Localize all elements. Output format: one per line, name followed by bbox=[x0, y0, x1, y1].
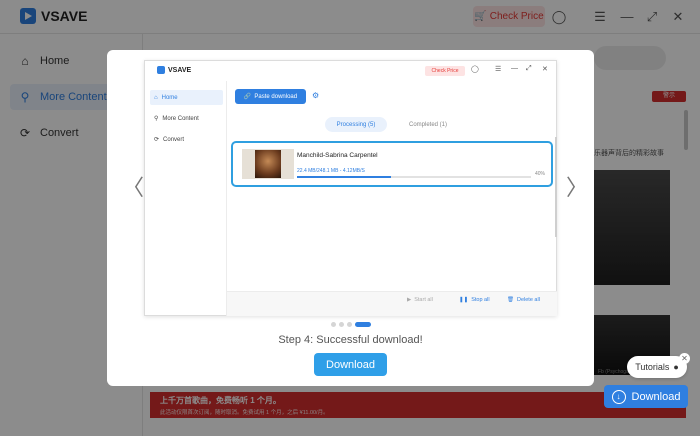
preview-sidebar-more-content: ⚲ More Content bbox=[150, 111, 223, 126]
play-icon: ▶ bbox=[407, 297, 412, 303]
progress-bar-fill bbox=[297, 176, 391, 178]
preview-download-item: Manchild-Sabrina Carpentel 22.4 MB/248.1… bbox=[231, 141, 553, 187]
preview-paste-label: Paste download bbox=[254, 93, 298, 100]
stop-all-label: Stop all bbox=[471, 297, 490, 303]
preview-sidebar-home: ⌂ Home bbox=[150, 90, 223, 105]
track-thumbnail bbox=[242, 149, 294, 179]
start-all-label: Start all bbox=[414, 297, 433, 303]
link-icon: 🔗 bbox=[243, 94, 252, 100]
preview-scrollbar bbox=[555, 137, 557, 237]
preview-check-price: Check Price bbox=[425, 66, 465, 76]
tutorials-button[interactable]: Tutorials ● bbox=[627, 356, 687, 378]
gear-icon: ⚙ bbox=[312, 91, 320, 100]
progress-bar bbox=[297, 176, 531, 178]
next-arrow-icon[interactable]: 〉 bbox=[566, 177, 588, 199]
preview-tab-processing: Processing (5) bbox=[325, 117, 387, 132]
preview-sidebar-label: Home bbox=[161, 94, 178, 101]
maximize-icon: ⤢ bbox=[526, 65, 532, 72]
preview-paste-download-button: 🔗 Paste download bbox=[235, 89, 306, 104]
vsave-logo-icon bbox=[157, 66, 165, 74]
lightbulb-icon: ● bbox=[673, 362, 679, 372]
pause-icon: ❚❚ bbox=[459, 297, 469, 303]
progress-percent: 40% bbox=[535, 171, 546, 177]
carousel-indicator bbox=[331, 322, 371, 327]
tutorials-close-icon[interactable]: ✕ bbox=[679, 353, 690, 364]
floating-download-button[interactable]: ↓ Download bbox=[604, 385, 688, 408]
trash-icon: 🗑 bbox=[507, 297, 514, 303]
carousel-dot[interactable] bbox=[339, 322, 344, 327]
preview-sidebar-label: Convert bbox=[163, 136, 185, 143]
user-icon: ◯ bbox=[471, 66, 479, 73]
delete-all-label: Delete all bbox=[516, 297, 540, 303]
prev-arrow-icon[interactable]: 〈 bbox=[122, 177, 144, 199]
preview-start-all: ▶ Start all bbox=[407, 297, 433, 303]
preview-logo: VSAVE bbox=[157, 66, 191, 74]
preview-delete-all: 🗑 Delete all bbox=[507, 297, 540, 303]
tutorials-label: Tutorials bbox=[635, 362, 670, 372]
preview-stop-all: ❚❚ Stop all bbox=[459, 297, 490, 303]
home-icon: ⌂ bbox=[154, 94, 158, 101]
more-content-icon: ⚲ bbox=[154, 116, 159, 122]
download-arrow-icon: ↓ bbox=[611, 389, 626, 404]
floating-download-label: Download bbox=[631, 390, 681, 403]
carousel-dot[interactable] bbox=[347, 322, 352, 327]
preview-tab-completed: Completed (1) bbox=[408, 121, 447, 128]
carousel-dot-active[interactable] bbox=[355, 322, 371, 327]
close-icon: ✕ bbox=[542, 66, 548, 73]
step-description: Step 4: Successful download! bbox=[278, 334, 423, 346]
carousel-dot[interactable] bbox=[331, 322, 336, 327]
progress-text: 22.4 MB/248.1 MB - 4.12MB/S bbox=[297, 168, 365, 174]
preview-app-title: VSAVE bbox=[168, 66, 192, 74]
track-title: Manchild-Sabrina Carpentel bbox=[297, 152, 378, 159]
download-button[interactable]: Download bbox=[314, 353, 387, 376]
convert-icon: ⟳ bbox=[154, 137, 160, 143]
menu-icon: ☰ bbox=[495, 66, 502, 73]
preview-sidebar-label: More Content bbox=[162, 115, 199, 122]
minimize-icon: — bbox=[511, 65, 518, 72]
preview-sidebar: ⌂ Home ⚲ More Content ⟳ Convert bbox=[145, 81, 227, 316]
tutorial-preview: VSAVE Check Price ◯ ☰ — ⤢ ✕ ⌂ Home ⚲ Mor… bbox=[144, 60, 557, 316]
preview-sidebar-convert: ⟳ Convert bbox=[150, 132, 223, 147]
preview-footer bbox=[227, 291, 557, 316]
